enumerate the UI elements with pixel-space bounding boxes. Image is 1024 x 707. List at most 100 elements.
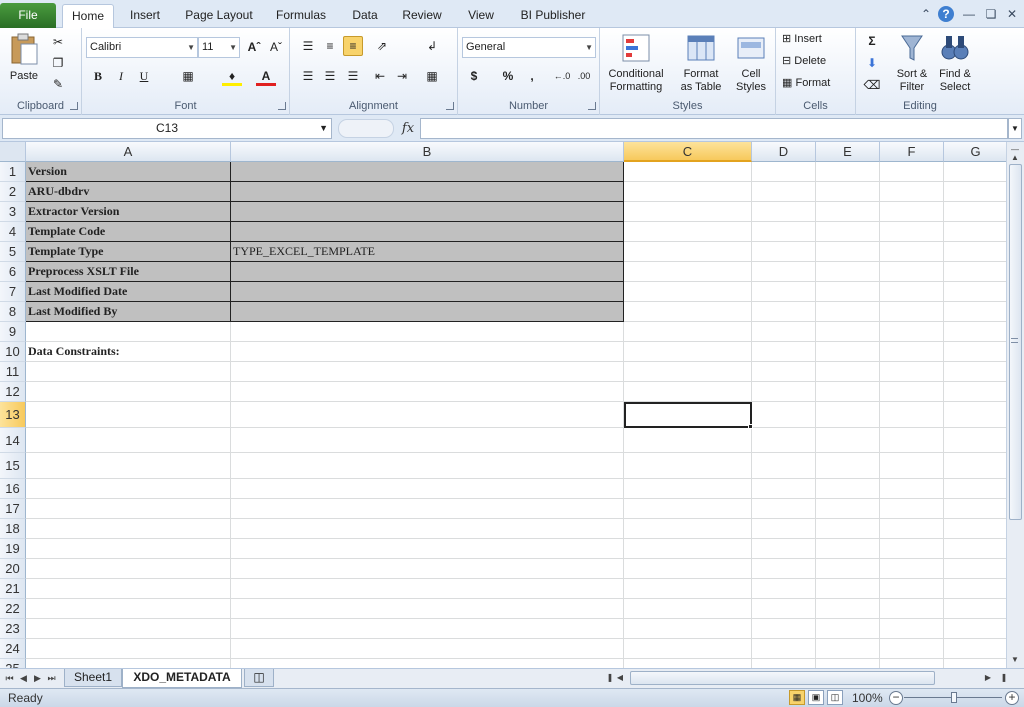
- cell-c2[interactable]: [624, 182, 752, 202]
- cell-b3[interactable]: [231, 202, 624, 222]
- page-layout-view-icon[interactable]: ▣: [808, 690, 824, 705]
- cell-b19[interactable]: [231, 539, 624, 559]
- cell-e17[interactable]: [816, 499, 880, 519]
- row-header-19[interactable]: 19: [0, 539, 26, 559]
- cell-d4[interactable]: [752, 222, 816, 242]
- row-header-9[interactable]: 9: [0, 322, 26, 342]
- cell-d12[interactable]: [752, 382, 816, 402]
- cell-d2[interactable]: [752, 182, 816, 202]
- cell-g5[interactable]: [944, 242, 1006, 262]
- fill-color-icon[interactable]: ♦: [222, 66, 242, 86]
- formula-input[interactable]: [420, 118, 1008, 139]
- cell-g21[interactable]: [944, 579, 1006, 599]
- zoom-slider-thumb[interactable]: [951, 692, 957, 703]
- cell-f3[interactable]: [880, 202, 944, 222]
- cell-b7[interactable]: [231, 282, 624, 302]
- sort-filter-button[interactable]: Sort & Filter: [892, 32, 932, 94]
- cell-a7[interactable]: Last Modified Date: [26, 282, 231, 302]
- cell-g12[interactable]: [944, 382, 1006, 402]
- zoom-in-icon[interactable]: +: [1005, 691, 1019, 705]
- cell-g7[interactable]: [944, 282, 1006, 302]
- cell-d10[interactable]: [752, 342, 816, 362]
- cell-a22[interactable]: [26, 599, 231, 619]
- column-header-f[interactable]: F: [880, 142, 944, 162]
- cell-f14[interactable]: [880, 428, 944, 453]
- cell-c17[interactable]: [624, 499, 752, 519]
- row-header-23[interactable]: 23: [0, 619, 26, 639]
- cell-b13[interactable]: [231, 402, 624, 428]
- increase-decimal-icon[interactable]: ←.0: [552, 66, 572, 86]
- cell-c23[interactable]: [624, 619, 752, 639]
- cell-d22[interactable]: [752, 599, 816, 619]
- last-sheet-icon[interactable]: ⏭: [46, 671, 57, 685]
- hsplit-icon[interactable]: ❚: [996, 670, 1012, 686]
- row-header-24[interactable]: 24: [0, 639, 26, 659]
- cell-a10[interactable]: Data Constraints:: [26, 342, 231, 362]
- row-header-2[interactable]: 2: [0, 182, 26, 202]
- cell-f11[interactable]: [880, 362, 944, 382]
- cell-d9[interactable]: [752, 322, 816, 342]
- wrap-text-icon[interactable]: ↲: [422, 36, 442, 56]
- cell-a5[interactable]: Template Type: [26, 242, 231, 262]
- cell-e21[interactable]: [816, 579, 880, 599]
- row-header-4[interactable]: 4: [0, 222, 26, 242]
- column-header-a[interactable]: A: [26, 142, 231, 162]
- row-header-1[interactable]: 1: [0, 162, 26, 182]
- cell-e10[interactable]: [816, 342, 880, 362]
- cell-e12[interactable]: [816, 382, 880, 402]
- tab-page-layout[interactable]: Page Layout: [182, 4, 256, 28]
- format-cells-button[interactable]: ▦ Format: [782, 77, 852, 90]
- delete-cells-button[interactable]: ⊟ Delete: [782, 55, 852, 68]
- format-as-table-button[interactable]: Format as Table: [674, 32, 728, 94]
- cell-b9[interactable]: [231, 322, 624, 342]
- cell-styles-button[interactable]: Cell Styles: [730, 32, 772, 94]
- cell-e3[interactable]: [816, 202, 880, 222]
- tab-review[interactable]: Review: [398, 4, 446, 28]
- expand-formula-bar-icon[interactable]: ▼: [1008, 118, 1022, 139]
- cell-f12[interactable]: [880, 382, 944, 402]
- cell-d23[interactable]: [752, 619, 816, 639]
- cell-g16[interactable]: [944, 479, 1006, 499]
- cell-e4[interactable]: [816, 222, 880, 242]
- cell-a8[interactable]: Last Modified By: [26, 302, 231, 322]
- cell-e6[interactable]: [816, 262, 880, 282]
- cell-c1[interactable]: [624, 162, 752, 182]
- cell-b14[interactable]: [231, 428, 624, 453]
- row-header-21[interactable]: 21: [0, 579, 26, 599]
- cell-a16[interactable]: [26, 479, 231, 499]
- cell-g8[interactable]: [944, 302, 1006, 322]
- cell-d14[interactable]: [752, 428, 816, 453]
- cell-f10[interactable]: [880, 342, 944, 362]
- cell-b22[interactable]: [231, 599, 624, 619]
- scroll-down-icon[interactable]: ▼: [1007, 652, 1023, 668]
- tab-view[interactable]: View: [462, 4, 500, 28]
- window-minimize-icon[interactable]: —: [961, 6, 977, 22]
- fill-handle[interactable]: [748, 424, 753, 429]
- next-sheet-icon[interactable]: ▶: [32, 671, 43, 685]
- cell-g20[interactable]: [944, 559, 1006, 579]
- column-header-c[interactable]: C: [624, 142, 752, 162]
- cell-a1[interactable]: Version: [26, 162, 231, 182]
- align-right-icon[interactable]: ☰: [343, 66, 363, 86]
- cell-d21[interactable]: [752, 579, 816, 599]
- cell-b5[interactable]: TYPE_EXCEL_TEMPLATE: [231, 242, 624, 262]
- cell-g4[interactable]: [944, 222, 1006, 242]
- row-header-20[interactable]: 20: [0, 559, 26, 579]
- name-box[interactable]: C13 ▼: [2, 118, 332, 139]
- cell-b6[interactable]: [231, 262, 624, 282]
- cell-e9[interactable]: [816, 322, 880, 342]
- cell-a9[interactable]: [26, 322, 231, 342]
- cell-c20[interactable]: [624, 559, 752, 579]
- cell-c9[interactable]: [624, 322, 752, 342]
- row-header-3[interactable]: 3: [0, 202, 26, 222]
- first-sheet-icon[interactable]: ⏮: [4, 671, 15, 685]
- cell-f7[interactable]: [880, 282, 944, 302]
- cell-b15[interactable]: [231, 453, 624, 479]
- increase-indent-icon[interactable]: ⇥: [392, 66, 412, 86]
- cell-c22[interactable]: [624, 599, 752, 619]
- cell-g22[interactable]: [944, 599, 1006, 619]
- cell-e8[interactable]: [816, 302, 880, 322]
- align-bottom-icon[interactable]: ≡: [343, 36, 363, 56]
- row-header-6[interactable]: 6: [0, 262, 26, 282]
- cell-a13[interactable]: [26, 402, 231, 428]
